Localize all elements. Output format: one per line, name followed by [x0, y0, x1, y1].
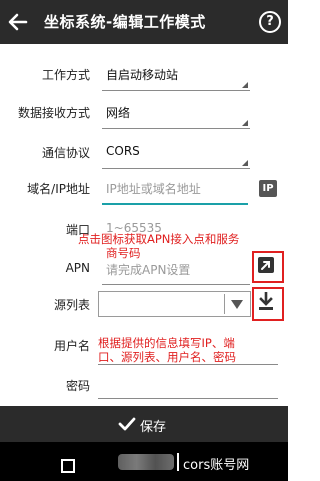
watermark-text: cors账号网	[183, 458, 250, 473]
source-table-divider	[224, 294, 225, 314]
fill-hint-line-2: 口、源列表、用户名、密码	[98, 350, 236, 364]
apn-placeholder: 请完成APN设置	[106, 263, 191, 277]
source-table-label: 源列表	[53, 298, 90, 312]
help-button[interactable]: ?	[259, 11, 281, 33]
title-bar: 坐标系统-编辑工作模式 ?	[0, 0, 288, 44]
external-link-icon	[258, 257, 274, 273]
home-square-icon[interactable]	[61, 459, 75, 473]
blurred-region	[118, 454, 174, 470]
save-button[interactable]: 保存	[118, 415, 188, 435]
back-button[interactable]	[6, 8, 30, 36]
apn-underline	[102, 284, 250, 285]
work-mode-value: 自启动移动站	[106, 68, 179, 82]
domain-label: 域名/IP地址	[27, 182, 90, 196]
receive-mode-label: 数据接收方式	[17, 106, 90, 120]
protocol-label: 通信协议	[41, 146, 90, 160]
domain-placeholder: IP地址或域名地址	[106, 182, 201, 196]
username-underline	[98, 364, 278, 365]
work-mode-underline	[102, 90, 250, 91]
ip-keyboard-icon[interactable]: IP	[259, 180, 277, 197]
password-label: 密码	[65, 379, 90, 393]
page-title: 坐标系统-编辑工作模式	[44, 13, 206, 31]
download-icon	[259, 291, 273, 310]
apn-hint-line-1: 点击图标获取APN接入点和服务	[78, 232, 240, 246]
caret-down-icon	[231, 300, 243, 309]
form-area: 工作方式 自启动移动站 数据接收方式 网络 通信协议 CORS 域名/IP地址 …	[0, 44, 288, 406]
password-underline	[98, 398, 278, 399]
apn-label: APN	[65, 261, 90, 275]
receive-mode-underline	[102, 128, 250, 129]
arrow-left-icon	[8, 13, 28, 31]
navigation-bar: cors账号网	[0, 442, 288, 481]
apn-fetch-button[interactable]	[257, 256, 275, 274]
work-mode-label: 工作方式	[41, 68, 90, 82]
check-icon	[118, 417, 136, 431]
fill-hint-line-1: 根据提供的信息填写IP、端	[98, 336, 235, 350]
protocol-underline	[102, 168, 250, 169]
protocol-value: CORS	[106, 144, 140, 158]
ip-badge-text: IP	[262, 183, 274, 194]
username-label: 用户名	[53, 339, 90, 353]
fill-hint-annotation: 根据提供的信息填写IP、端 口、源列表、用户名、密码	[98, 336, 288, 364]
watermark-divider	[177, 453, 179, 471]
domain-underline	[102, 203, 248, 205]
dropdown-corner-icon	[242, 82, 248, 88]
source-table-select[interactable]	[98, 291, 251, 317]
dropdown-corner-icon	[242, 160, 248, 166]
dropdown-corner-icon	[242, 120, 248, 126]
download-source-button[interactable]	[257, 291, 275, 312]
save-label: 保存	[140, 420, 167, 435]
receive-mode-value: 网络	[106, 106, 131, 120]
save-bar: 保存	[0, 406, 288, 442]
